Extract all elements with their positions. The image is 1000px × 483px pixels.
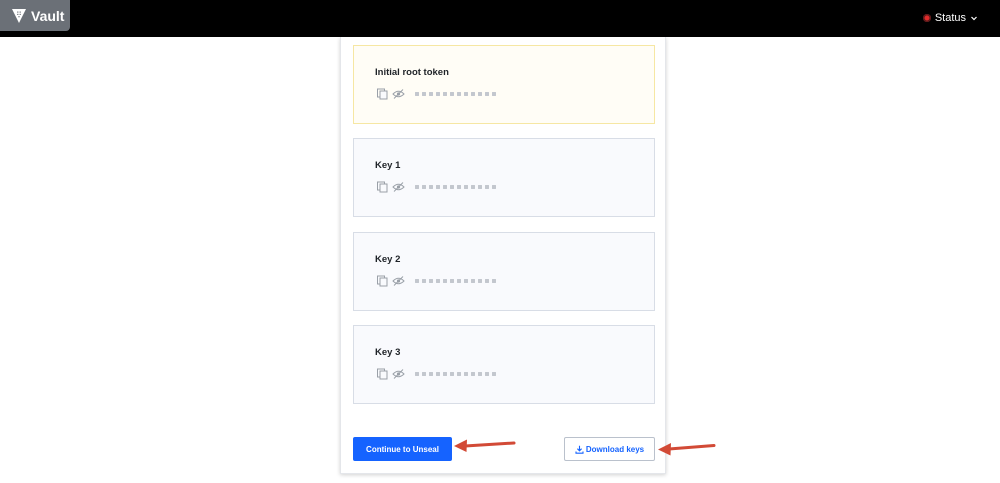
key-3-box: Key 3 ●●●●●●●●●●●● [353, 325, 655, 404]
key-2-box: Key 2 ●●●●●●●●●●●● [353, 232, 655, 311]
eye-icon[interactable] [392, 181, 405, 193]
masked-key-value: ●●●●●●●●●●●● [415, 279, 499, 283]
key-title: Key 2 [375, 254, 401, 265]
chevron-down-icon [971, 16, 977, 21]
status-menu[interactable]: Status [922, 11, 978, 25]
eye-icon[interactable] [392, 275, 405, 287]
key-value-row: ●●●●●●●●●●●● [376, 275, 499, 287]
eye-icon[interactable] [392, 368, 405, 380]
eye-icon[interactable] [392, 88, 405, 100]
download-label: Download keys [585, 444, 645, 454]
top-navbar: Vault Status [0, 0, 1000, 37]
masked-key-value: ●●●●●●●●●●●● [415, 185, 499, 189]
key-title: Key 1 [375, 160, 401, 171]
annotation-arrow-continue [454, 439, 516, 452]
continue-to-unseal-button[interactable]: Continue to Unseal [353, 437, 452, 461]
download-keys-button[interactable]: Download keys [564, 437, 655, 461]
masked-key-value: ●●●●●●●●●●●● [415, 372, 499, 376]
copy-icon[interactable] [376, 368, 389, 380]
masked-token-value: ●●●●●●●●●●●● [415, 92, 499, 96]
key-value-row: ●●●●●●●●●●●● [376, 88, 499, 100]
annotation-arrow-download [658, 443, 716, 456]
brand-name: Vault [31, 7, 65, 24]
key-value-row: ●●●●●●●●●●●● [376, 368, 499, 380]
key-1-box: Key 1 ●●●●●●●●●●●● [353, 138, 655, 217]
key-title: Key 3 [375, 347, 401, 358]
key-title: Initial root token [375, 67, 449, 78]
download-icon [575, 445, 584, 454]
status-dot-icon [922, 14, 931, 22]
root-token-box: Initial root token ●●●●●●●●●●●● [353, 45, 655, 124]
key-value-row: ●●●●●●●●●●●● [376, 181, 499, 193]
vault-home-link[interactable]: Vault [0, 0, 70, 31]
continue-label: Continue to Unseal [366, 444, 439, 454]
copy-icon[interactable] [376, 88, 389, 100]
vault-logo-icon [12, 8, 26, 23]
unseal-keys-card: Initial root token ●●●●●●●●●●●● Key 1 [340, 37, 666, 474]
copy-icon[interactable] [376, 275, 389, 287]
status-label: Status [934, 12, 966, 24]
copy-icon[interactable] [376, 181, 389, 193]
